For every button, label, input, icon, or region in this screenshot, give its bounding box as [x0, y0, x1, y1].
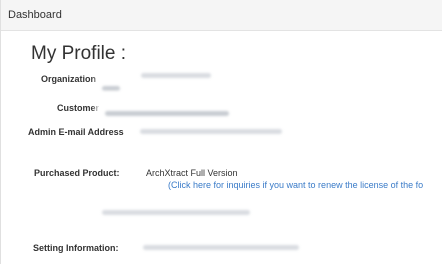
customer-label: Customer	[57, 103, 100, 113]
purchased-product-label: Purchased Product:	[34, 168, 120, 178]
admin-email-label: Admin E-mail Address	[28, 127, 124, 137]
setting-information-label: Setting Information:	[33, 243, 119, 253]
organization-value-blur	[102, 86, 120, 91]
panel-header-title: Dashboard	[8, 9, 62, 21]
renew-license-link[interactable]: (Click here for inquiries if you want to…	[168, 180, 423, 191]
admin-email-value-blur	[140, 129, 282, 134]
organization-value-blur-2	[141, 73, 211, 78]
license-key-blur	[102, 210, 250, 215]
organization-label: Organization	[41, 74, 97, 84]
customer-value-blur	[105, 111, 229, 116]
panel-header: Dashboard	[1, 0, 442, 31]
purchased-product-value: ArchXtract Full Version	[146, 168, 238, 178]
page-title: My Profile :	[31, 43, 127, 64]
setting-information-value-blur	[143, 245, 299, 250]
dashboard-panel: Dashboard My Profile : Organization Cust…	[0, 0, 442, 264]
